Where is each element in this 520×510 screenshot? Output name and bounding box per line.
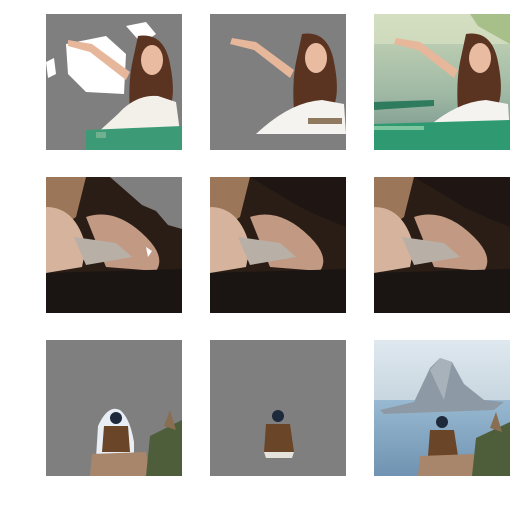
row1-mask-b-panel xyxy=(210,14,346,150)
row1-original-panel xyxy=(374,14,510,150)
row1-mask-a-image xyxy=(46,14,182,150)
row1-original-image xyxy=(374,14,510,150)
row2-mask-b-image xyxy=(210,177,346,313)
row3-original-panel xyxy=(374,340,510,476)
row1-mask-a-panel xyxy=(46,14,182,150)
row3-mask-a-panel xyxy=(46,340,182,476)
row3-mask-b-panel xyxy=(210,340,346,476)
row2-mask-b-panel xyxy=(210,177,346,313)
row2-original-image xyxy=(374,177,510,313)
row2-original-panel xyxy=(374,177,510,313)
row1-mask-b-image xyxy=(210,14,346,150)
row2-mask-a-image xyxy=(46,177,182,313)
row3-mask-b-image xyxy=(210,340,346,476)
row3-original-image xyxy=(374,340,510,476)
row3-mask-a-image xyxy=(46,340,182,476)
row2-mask-a-panel xyxy=(46,177,182,313)
